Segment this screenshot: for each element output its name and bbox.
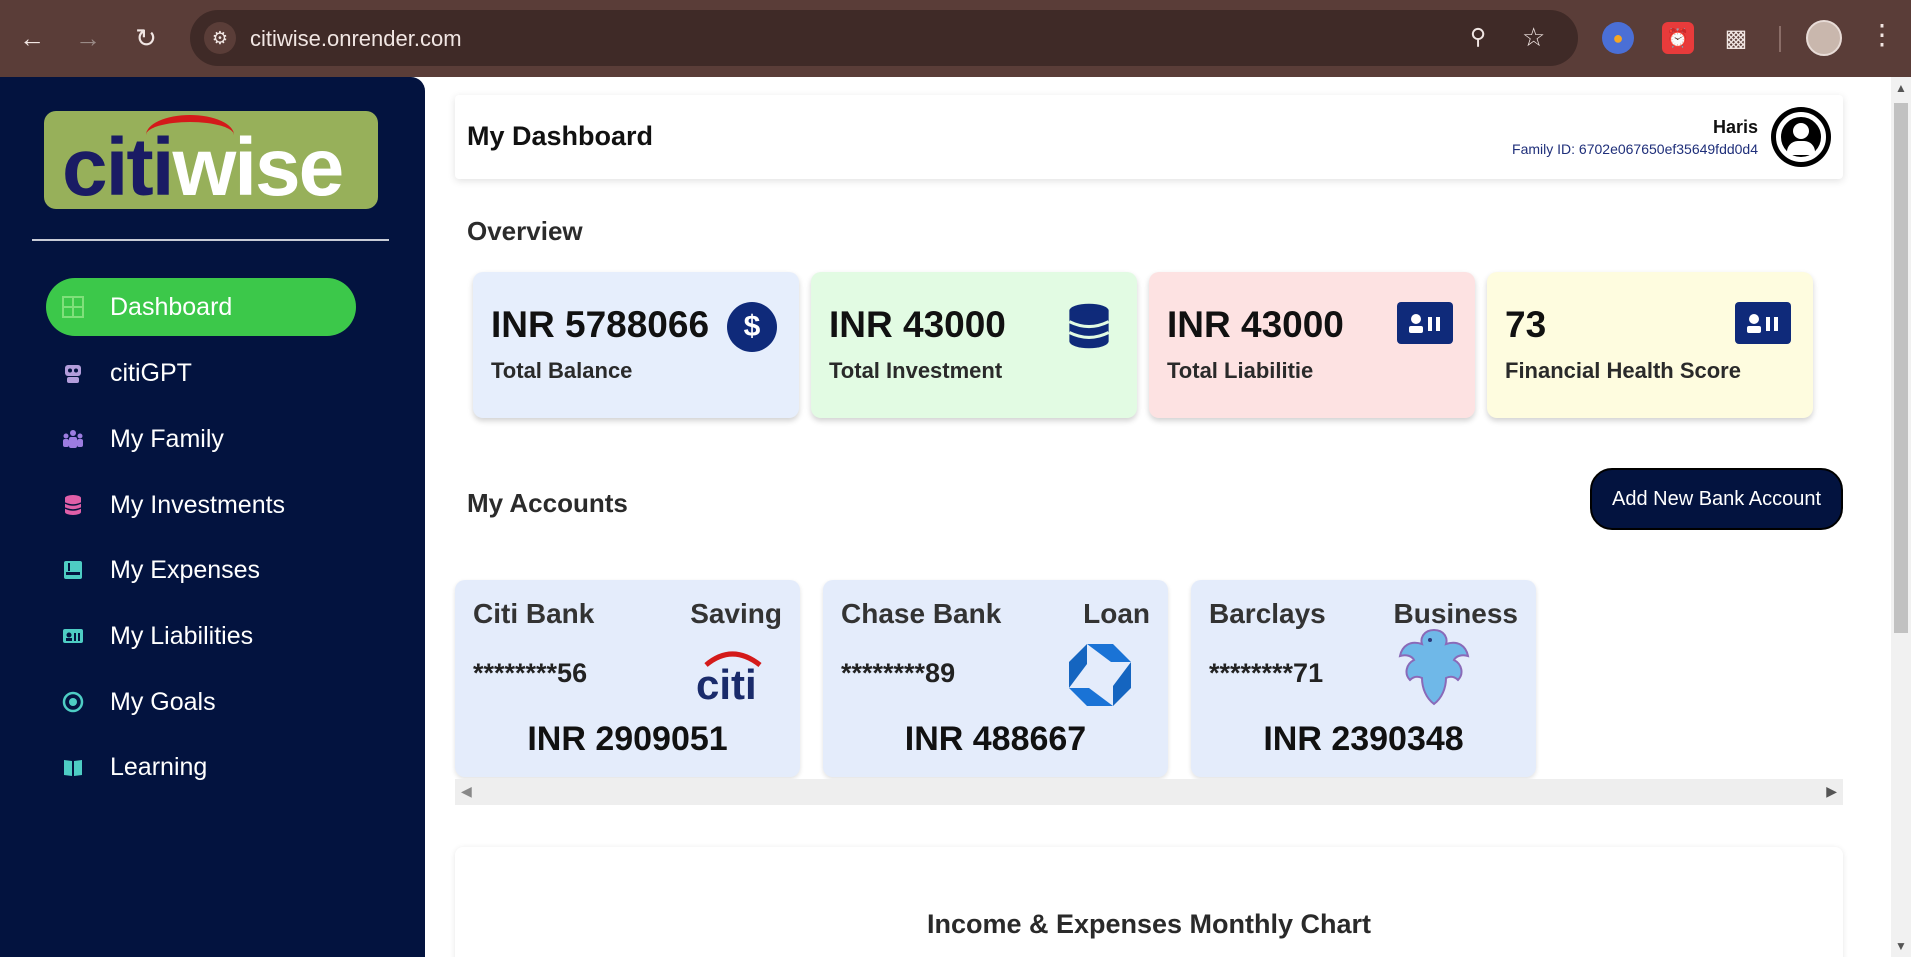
account-type: Saving [690,598,782,629]
target-icon [60,689,86,715]
book-icon [60,754,86,780]
user-avatar-icon[interactable] [1771,107,1831,167]
sidebar-item-label: Learning [110,752,208,781]
address-bar[interactable]: ⚙ citiwise.onrender.com ⚲ ☆ [190,10,1578,66]
overview-value: 73 [1505,304,1547,345]
income-expenses-chart-card: Income & Expenses Monthly Chart [455,847,1843,957]
account-bank-name: Chase Bank [841,598,1002,629]
svg-text:citi: citi [696,661,757,703]
scrollbar-thumb[interactable] [1894,103,1908,633]
overview-card-total-liabilities[interactable]: INR 43000 Total Liabilitie [1149,272,1475,418]
account-bank-name: Citi Bank [473,598,595,629]
account-card-citi[interactable]: Citi Bank Saving ********56 citi INR 290… [455,580,800,777]
family-icon [60,426,86,452]
id-card-icon [1735,302,1791,344]
puzzle-icon[interactable]: ▩ [1720,22,1752,54]
sidebar-item-my-liabilities[interactable]: My Liabilities [46,607,356,665]
account-bank-name: Barclays [1209,598,1326,629]
main-content: My Dashboard Haris Family ID: 6702e06765… [425,77,1891,957]
accounts-horizontal-scrollbar[interactable]: ◀ ▶ [455,779,1843,805]
account-balance: INR 2909051 [527,720,728,758]
account-card-barclays[interactable]: Barclays Business ********71 INR 2390348 [1191,580,1536,777]
scroll-down-arrow-icon[interactable]: ▼ [1895,939,1907,953]
database-icon [60,492,86,518]
accounts-title: My Accounts [467,488,628,518]
sidebar-item-citigpt[interactable]: citiGPT [46,344,356,402]
sidebar-item-my-family[interactable]: My Family [46,410,356,468]
sidebar-item-my-expenses[interactable]: My Expenses [46,541,356,599]
sidebar-item-dashboard[interactable]: Dashboard [46,278,356,336]
receipt-icon [60,557,86,583]
reload-icon[interactable]: ↻ [126,18,166,58]
chase-logo-icon [1062,640,1138,710]
chart-title: Income & Expenses Monthly Chart [926,909,1372,939]
sidebar-item-label: My Investments [110,490,286,519]
scroll-left-arrow-icon[interactable]: ◀ [461,783,472,800]
family-id: Family ID: 6702e067650ef35649fdd0d4 [1512,141,1758,157]
sidebar-item-my-goals[interactable]: My Goals [46,673,356,731]
overview-label: Total Liabilitie [1167,358,1314,383]
logo-wise-text: wise [172,122,344,209]
database-icon [1063,302,1115,350]
toolbar-divider [1779,26,1781,52]
overview-value: INR 43000 [1167,304,1344,345]
dashboard-header: My Dashboard Haris Family ID: 6702e06765… [455,95,1843,179]
account-type: Loan [1083,598,1150,629]
extension-icon[interactable]: ● [1602,22,1634,54]
account-balance: INR 488667 [904,720,1087,758]
citi-logo-icon: citi [694,640,770,710]
dollar-icon: $ [727,302,777,352]
account-number: ********56 [473,658,588,688]
account-card-chase[interactable]: Chase Bank Loan ********89 INR 488667 [823,580,1168,777]
account-balance: INR 2390348 [1263,720,1464,758]
url-text[interactable]: citiwise.onrender.com [250,26,462,52]
forward-icon[interactable]: → [68,18,108,58]
bookmark-star-icon[interactable]: ☆ [1522,22,1550,52]
user-name: Haris [1712,117,1758,137]
site-info-icon[interactable]: ⚙ [204,22,236,54]
back-icon[interactable]: ← [12,18,52,58]
overview-card-total-investment[interactable]: INR 43000 Total Investment [811,272,1137,418]
more-menu-icon[interactable]: ⋮ [1868,18,1896,51]
sidebar-item-label: My Family [110,424,224,453]
overview-label: Total Investment [829,358,1003,383]
zoom-icon[interactable]: ⚲ [1470,24,1498,52]
barclays-eagle-icon [1396,628,1472,706]
overview-title: Overview [467,216,583,246]
overview-card-financial-health[interactable]: 73 Financial Health Score [1487,272,1813,418]
sidebar-divider [32,239,389,241]
id-card-icon [1397,302,1453,344]
page-vertical-scrollbar[interactable]: ▲ ▼ [1891,77,1911,957]
extension-icon[interactable]: ⏰ [1662,22,1694,54]
overview-card-total-balance[interactable]: INR 5788066 Total Balance $ [473,272,799,418]
sidebar: citiwise Dashboard citiGPT My Family My … [0,77,425,957]
account-number: ********71 [1209,658,1324,688]
overview-label: Financial Health Score [1505,358,1741,383]
logo-citi-text: citi [62,122,174,209]
overview-label: Total Balance [491,358,633,383]
sidebar-item-label: My Goals [110,687,216,716]
profile-avatar[interactable] [1806,20,1842,56]
robot-icon [60,360,86,386]
overview-value: INR 43000 [829,304,1006,345]
sidebar-item-label: My Expenses [110,555,261,584]
scroll-up-arrow-icon[interactable]: ▲ [1895,81,1907,95]
sidebar-item-my-investments[interactable]: My Investments [46,476,356,534]
overview-value: INR 5788066 [491,304,710,345]
citiwise-logo[interactable]: citiwise [44,111,378,209]
browser-toolbar: ← → ↻ ⚙ citiwise.onrender.com ⚲ ☆ ● ⏰ ▩ … [0,0,1911,77]
add-bank-account-button[interactable]: Add New Bank Account [1590,468,1843,530]
sidebar-item-learning[interactable]: Learning [46,738,356,796]
account-number: ********89 [841,658,956,688]
id-card-icon [60,623,86,649]
grid-icon [60,294,86,320]
scroll-right-arrow-icon[interactable]: ▶ [1826,783,1837,800]
page-title: My Dashboard [467,121,654,151]
sidebar-item-label: Dashboard [110,292,233,321]
sidebar-item-label: My Liabilities [110,621,254,650]
sidebar-item-label: citiGPT [110,358,192,387]
